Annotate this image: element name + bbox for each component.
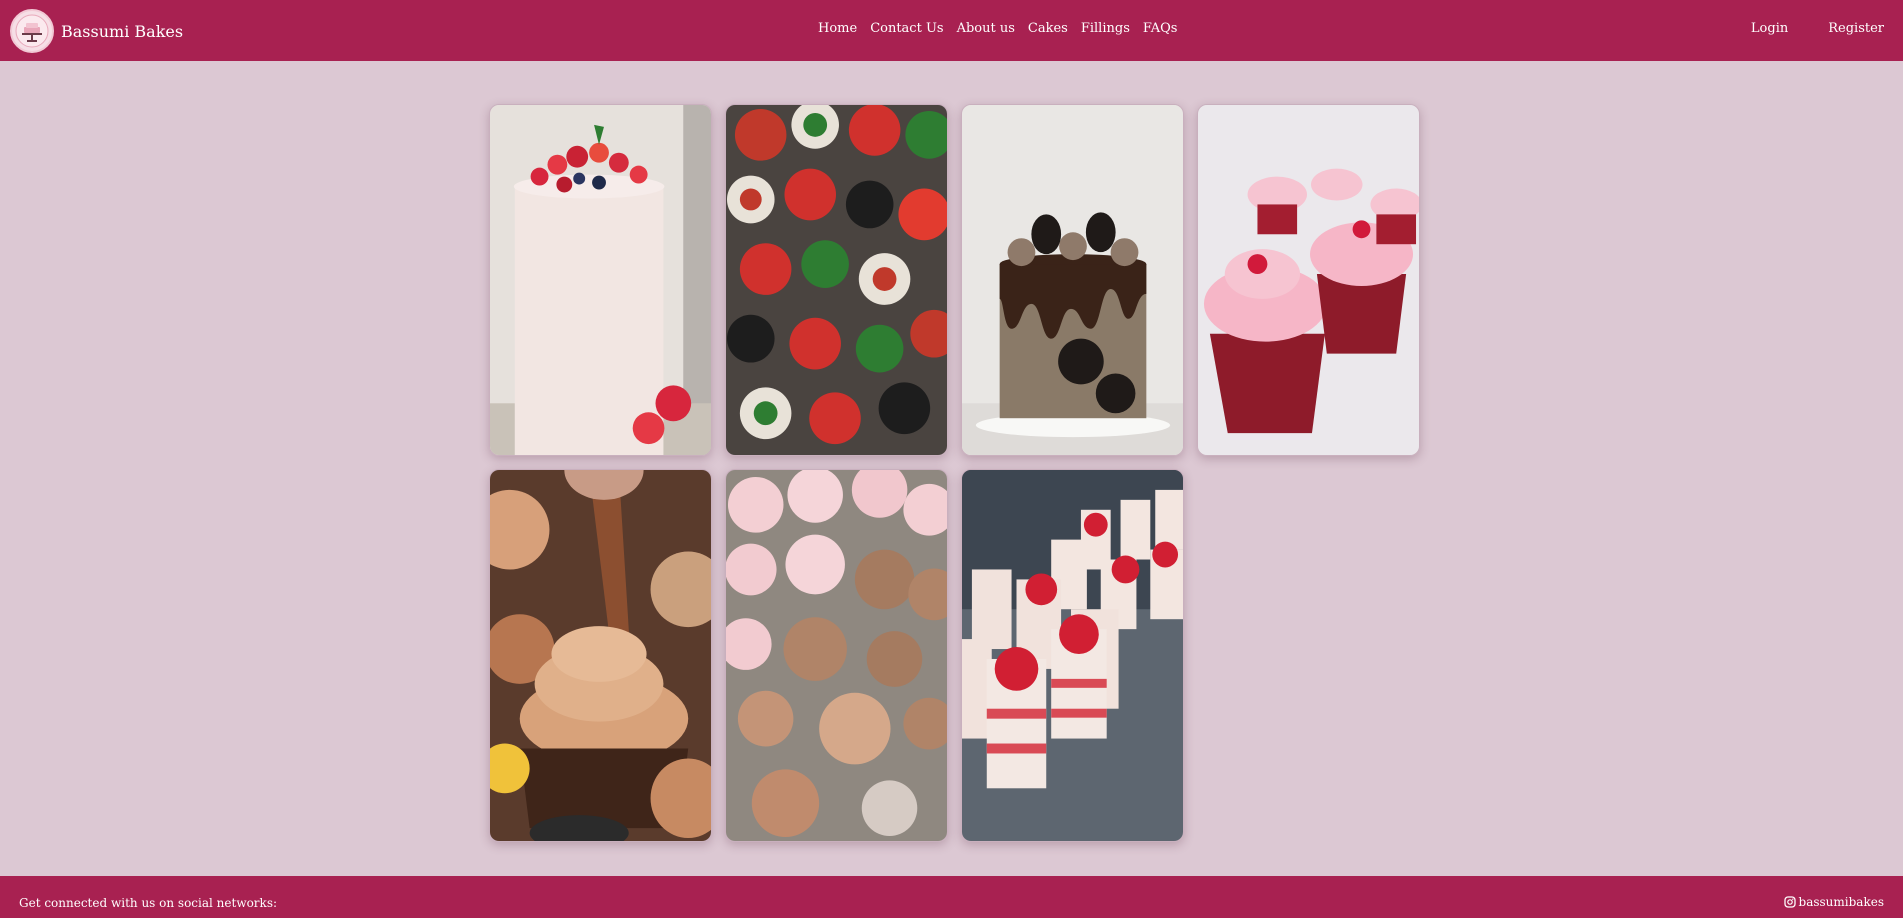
nav-cakes[interactable]: Cakes [1028,21,1068,36]
brand-link[interactable]: Bassumi Bakes [10,9,183,53]
gallery-card-cupcakes-red-velvet-pink-frosting[interactable] [1197,104,1420,456]
gallery-card-cupcakes-piping-chocolate-frosting[interactable] [489,469,712,842]
gallery-card-cupcakes-red-green-rosettes[interactable] [725,104,948,456]
nav-about-us[interactable]: About us [957,21,1015,36]
red-velvet-cupcakes-image [1198,105,1419,455]
gallery-card-cupcakes-chocolate-and-pink[interactable] [725,469,948,842]
cupcakes-image [726,105,947,455]
gallery-card-strawberry-shortcake-cups[interactable] [961,469,1184,842]
gallery-card-cake-strawberry-cream[interactable] [489,104,712,456]
register-link[interactable]: Register [1828,21,1884,36]
login-link[interactable]: Login [1751,21,1788,36]
nav-home[interactable]: Home [818,21,857,36]
nav-faqs[interactable]: FAQs [1143,21,1178,36]
nav-fillings[interactable]: Fillings [1081,21,1130,36]
instagram-link[interactable]: bassumibakes [1783,895,1884,909]
gallery-card-cake-oreo-chocolate-drip[interactable] [961,104,1184,456]
strawberry-cups-image [962,470,1183,841]
nav-contact-us[interactable]: Contact Us [870,21,943,36]
piping-cupcakes-image [490,470,711,841]
footer: Get connected with us on social networks… [0,876,1903,918]
navbar: Bassumi Bakes Home Contact Us About us C… [0,0,1903,61]
chocolate-pink-cupcakes-image [726,470,947,841]
cake-image [490,105,711,455]
main-nav: Home Contact Us About us Cakes Fillings … [818,21,1177,36]
instagram-handle: bassumibakes [1798,895,1884,909]
footer-text: Get connected with us on social networks… [19,896,278,910]
logo-icon [10,9,54,53]
oreo-cake-image [962,105,1183,455]
auth-nav: Login Register [1751,21,1884,36]
brand-name: Bassumi Bakes [61,21,184,41]
instagram-icon [1783,896,1796,908]
